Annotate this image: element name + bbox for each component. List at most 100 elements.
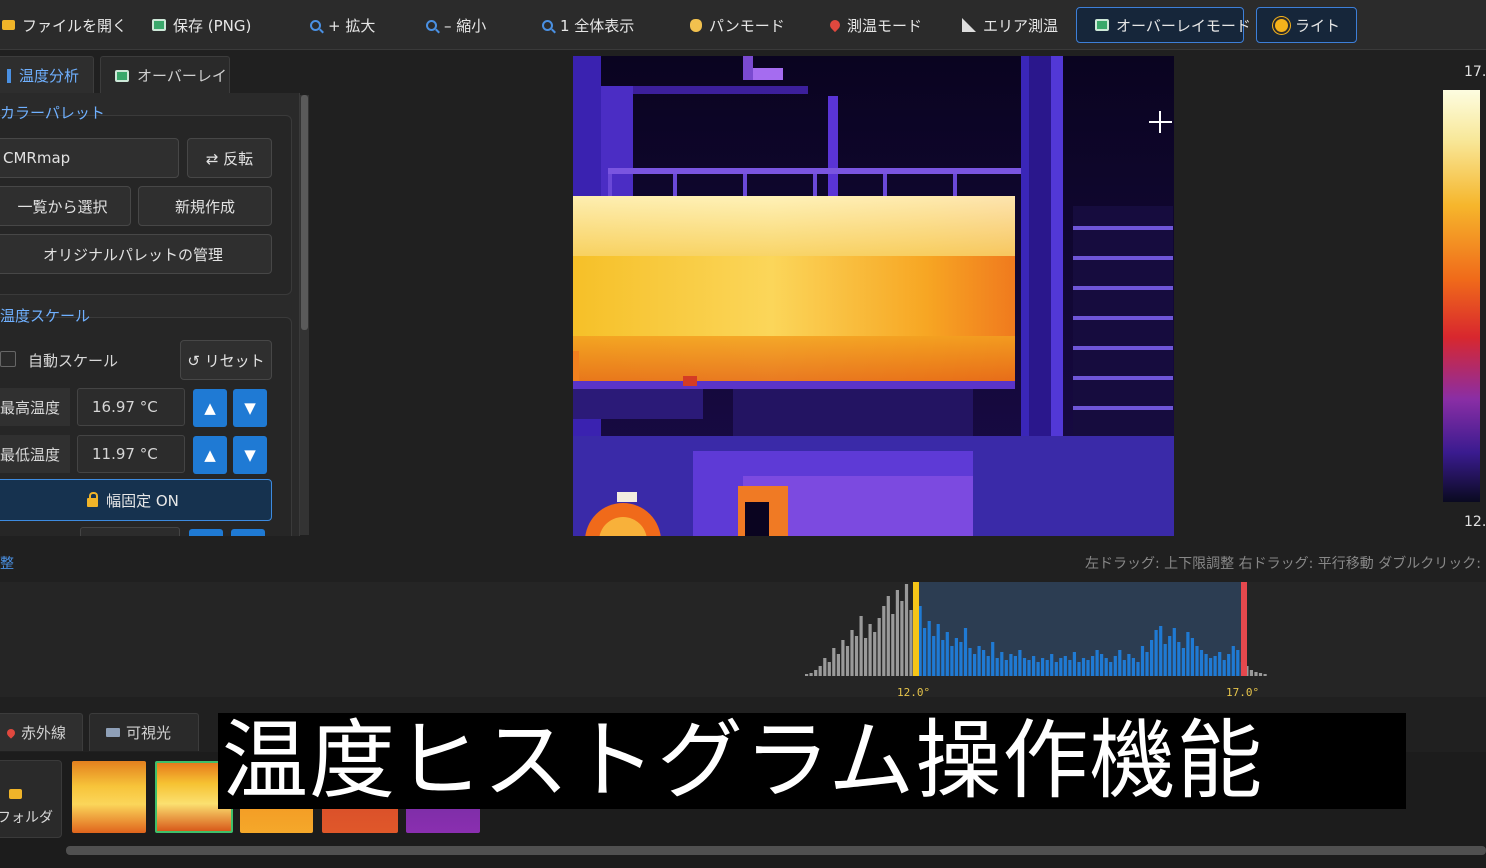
histogram-bar xyxy=(1068,660,1072,676)
min-temp-up-button[interactable]: ▲ xyxy=(193,436,227,474)
min-temp-input[interactable]: 11.97 °C xyxy=(77,435,185,473)
histogram-bar xyxy=(973,654,977,676)
thermometer-icon xyxy=(5,726,17,739)
histogram-bar xyxy=(1154,630,1158,676)
folder-label: フォルダ xyxy=(0,810,53,826)
temperature-histogram[interactable] xyxy=(0,582,1486,697)
sun-icon xyxy=(1275,18,1288,32)
histogram-bar xyxy=(1127,654,1131,676)
next-up-partial[interactable] xyxy=(189,529,223,536)
histogram-bar xyxy=(868,624,872,676)
histogram-bar xyxy=(854,636,859,676)
histogram-bar xyxy=(1204,654,1208,676)
chart-icon xyxy=(7,68,11,83)
histogram-bar xyxy=(1091,656,1095,676)
fit-all-label: 1 全体表示 xyxy=(560,16,635,35)
measure-mode-button[interactable]: 測温モード xyxy=(826,7,926,43)
histogram-bar xyxy=(1258,673,1263,676)
histogram-bar xyxy=(1181,648,1185,676)
max-temp-down-button[interactable]: ▼ xyxy=(233,389,267,427)
palette-select[interactable]: CMRmap xyxy=(0,138,179,178)
histogram-high-handle[interactable] xyxy=(1241,582,1247,676)
thumbnail-scrollbar[interactable] xyxy=(66,846,1486,855)
histogram-bar xyxy=(1036,662,1040,676)
histogram-bar xyxy=(1236,650,1240,676)
histogram-bar xyxy=(886,596,890,676)
histogram-section-label: 調整 xyxy=(0,556,14,572)
tab-visible-label: 可視光 xyxy=(126,724,172,742)
histogram-bar xyxy=(959,642,963,676)
thermal-image-view[interactable] xyxy=(573,56,1174,536)
histogram-bar xyxy=(1168,636,1172,676)
area-measure-button[interactable]: エリア測温 xyxy=(958,7,1062,43)
histogram-bar xyxy=(845,646,850,676)
min-temp-down-button[interactable]: ▼ xyxy=(233,436,267,474)
overlay-mode-button[interactable]: オーバーレイモード xyxy=(1076,7,1251,43)
save-png-button[interactable]: 保存 (PNG) xyxy=(148,7,255,43)
next-down-partial[interactable] xyxy=(231,529,265,536)
pan-mode-button[interactable]: パンモード xyxy=(686,7,789,43)
hand-icon xyxy=(690,18,702,32)
area-measure-label: エリア測温 xyxy=(983,16,1059,35)
thumbnail[interactable] xyxy=(72,761,146,833)
select-from-list-button[interactable]: 一覧から選択 xyxy=(0,186,131,226)
histogram-bar xyxy=(1100,654,1104,676)
histogram-bar xyxy=(923,628,927,676)
histogram-bar xyxy=(1222,660,1226,676)
image-icon xyxy=(1095,19,1109,31)
histogram-bar xyxy=(909,610,913,676)
tab-overlay[interactable]: オーバーレイ xyxy=(100,56,230,94)
histogram-bar xyxy=(864,638,868,676)
auto-scale-checkbox[interactable] xyxy=(0,351,16,367)
create-new-palette-button[interactable]: 新規作成 xyxy=(138,186,272,226)
reset-scale-button[interactable]: ↺ リセット xyxy=(180,340,272,380)
tab-overlay-label: オーバーレイ xyxy=(137,67,227,85)
auto-scale-label: 自動スケール xyxy=(28,352,119,370)
max-temp-up-button[interactable]: ▲ xyxy=(193,389,227,427)
max-temp-input[interactable]: 16.97 °C xyxy=(77,388,185,426)
histogram-bar xyxy=(1027,660,1031,676)
zoom-out-label: – 縮小 xyxy=(444,16,487,35)
fit-all-button[interactable]: 1 全体表示 xyxy=(538,7,638,43)
histogram-bar xyxy=(1159,626,1163,676)
zoom-in-label: + 拡大 xyxy=(328,16,376,35)
open-folder-button[interactable]: フォルダ xyxy=(0,760,62,838)
histogram-low-handle[interactable] xyxy=(913,582,919,676)
histogram-bar xyxy=(1013,656,1017,676)
manage-original-palette-button[interactable]: オリジナルパレットの管理 xyxy=(0,234,272,274)
histogram-bar xyxy=(1163,644,1167,676)
colorbar-min-label: 12.0 xyxy=(1464,514,1486,530)
histogram-bar xyxy=(1172,628,1176,676)
histogram-bar xyxy=(1213,656,1217,676)
magnifier-icon xyxy=(542,19,553,31)
scrollbar-thumb[interactable] xyxy=(301,95,308,330)
light-theme-button[interactable]: ライト xyxy=(1256,7,1357,43)
tab-infrared[interactable]: 赤外線 xyxy=(0,713,83,751)
width-lock-button[interactable]: 幅固定 ON xyxy=(0,479,272,521)
tab-temp-analysis[interactable]: 温度分析 xyxy=(0,56,94,94)
save-png-label: 保存 (PNG) xyxy=(173,16,252,35)
video-caption: 温度ヒストグラム操作機能 xyxy=(218,713,1406,809)
thermal-image xyxy=(573,56,1174,536)
histogram-bar xyxy=(932,636,936,676)
histogram-bar xyxy=(882,606,886,676)
zoom-out-button[interactable]: – 縮小 xyxy=(422,7,490,43)
light-theme-label: ライト xyxy=(1295,16,1341,35)
histogram-bar xyxy=(832,648,836,676)
width-lock-label: 幅固定 ON xyxy=(106,491,179,510)
invert-palette-button[interactable]: ⇄ 反転 xyxy=(187,138,272,178)
open-file-button[interactable]: ファイルを開く xyxy=(0,7,131,43)
histogram-bar xyxy=(1140,646,1145,676)
tab-visible[interactable]: 可視光 xyxy=(89,713,199,751)
max-temp-label: 最高温度 xyxy=(0,388,70,426)
histogram-bar xyxy=(1000,652,1004,676)
camera-icon xyxy=(106,728,120,737)
histogram-bar xyxy=(963,628,968,676)
zoom-in-button[interactable]: + 拡大 xyxy=(306,7,379,43)
histogram-bar xyxy=(1018,650,1022,676)
histogram-bar xyxy=(945,632,949,676)
left-panel-scrollbar[interactable] xyxy=(300,95,309,535)
next-field-partial[interactable] xyxy=(80,527,180,536)
histogram-bar xyxy=(991,642,995,676)
histogram-bar xyxy=(1077,662,1081,676)
